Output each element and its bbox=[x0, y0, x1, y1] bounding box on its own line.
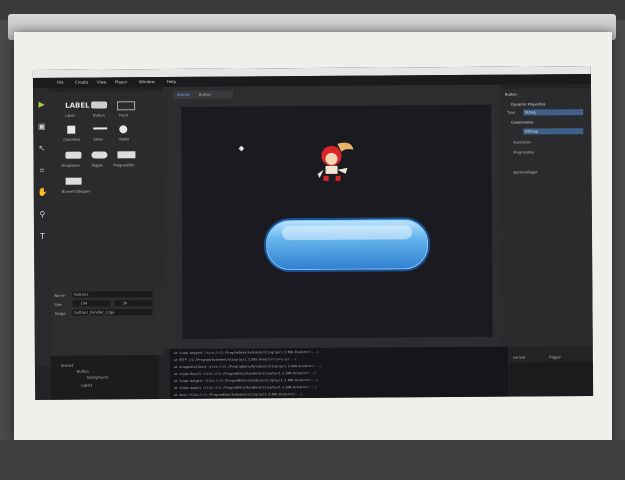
console-line: at Scope.Result (file:///C:/ProgramData/… bbox=[173, 370, 317, 376]
progressbar-icon[interactable] bbox=[117, 151, 136, 159]
image-field[interactable]: button1_handler_1.tga bbox=[72, 309, 153, 316]
menu-window[interactable]: Window bbox=[139, 79, 155, 84]
tools-sidebar: ▶ ▣ ↖ ⌗ ✋ ⚲ T bbox=[32, 87, 51, 366]
toggle-icon[interactable] bbox=[91, 151, 108, 159]
widget-button-caption: Button bbox=[93, 113, 105, 118]
tab-scene1[interactable]: Scene1 bbox=[177, 93, 190, 97]
mouse-cursor-icon bbox=[238, 145, 245, 152]
toggle-caption: Toggle bbox=[91, 163, 103, 168]
type-value: String bbox=[525, 110, 536, 115]
tree-item[interactable]: background bbox=[87, 375, 108, 379]
zoom-icon[interactable]: ⚲ bbox=[38, 210, 47, 219]
console-line: at HTTP (/C:/Program/Autodesk/Stingray/1… bbox=[173, 357, 297, 362]
size-height-field[interactable]: 36 bbox=[114, 300, 153, 307]
radio-caption: Radio bbox=[119, 137, 130, 142]
widget-label-caption: Label bbox=[65, 113, 75, 118]
name-field[interactable]: Button1 bbox=[72, 291, 153, 298]
inspector-panel: Button Dynamic Properties Type String Co… bbox=[500, 88, 593, 347]
component-item[interactable]: Animation bbox=[513, 140, 531, 144]
console-line: at Scope.$apply (file:///C:/ProgramData/… bbox=[174, 384, 317, 390]
menu-player[interactable]: Player bbox=[115, 79, 127, 84]
tree-item[interactable]: Label1 bbox=[81, 384, 93, 388]
scene-tabs: Scene1 Button bbox=[173, 90, 234, 99]
name-value: Button1 bbox=[74, 292, 89, 297]
progressbar-caption: ProgressBar bbox=[113, 163, 135, 168]
type-label: Type bbox=[507, 110, 516, 115]
radio-icon[interactable] bbox=[119, 125, 128, 134]
image-value: button1_handler_1.tga bbox=[74, 310, 115, 315]
type2-value: Bitmap bbox=[525, 129, 538, 134]
tree-item[interactable]: Scene1 bbox=[61, 364, 74, 368]
menu-file[interactable]: File bbox=[57, 80, 64, 85]
type-select[interactable]: String bbox=[523, 109, 584, 116]
numericstepper-icon[interactable] bbox=[65, 177, 82, 185]
select-arrow-icon[interactable]: ↖ bbox=[37, 144, 46, 153]
editor-window: File Create View Player Window Help ▶ ▣ … bbox=[32, 66, 594, 400]
console-line: at done (file:///C:/ProgramData/Autodesk… bbox=[174, 392, 303, 397]
image-label: Image bbox=[54, 311, 66, 316]
console-line: at Scope.$digest (file:///C:/ProgramData… bbox=[174, 377, 319, 383]
hand-icon[interactable]: ✋ bbox=[38, 188, 48, 197]
dropdown-caption: DropDown bbox=[61, 163, 80, 168]
button-highlight bbox=[281, 225, 413, 241]
checkbox-icon[interactable] bbox=[67, 125, 76, 134]
properties-panel: Name Button1 Size 154 36 Image button1_h… bbox=[50, 285, 165, 356]
checkbox-caption: Checkbox bbox=[63, 137, 81, 142]
character-sprite[interactable] bbox=[315, 140, 355, 184]
slider-caption: Slider bbox=[93, 137, 104, 142]
widget-input-sample[interactable] bbox=[117, 101, 136, 111]
play-icon[interactable]: ▶ bbox=[37, 100, 46, 109]
inspector-header: Button bbox=[505, 92, 517, 97]
menu-help[interactable]: Help bbox=[167, 79, 176, 84]
hierarchy-tree: Scene1 Button background Label1 bbox=[50, 355, 160, 400]
console-line: at wrappedCallback (file:///C:/ProgramDa… bbox=[173, 363, 323, 369]
dropdown-icon[interactable] bbox=[65, 151, 82, 159]
tree-item[interactable]: Button bbox=[77, 370, 89, 374]
type2-select[interactable]: Bitmap bbox=[523, 128, 584, 135]
component-item[interactable]: ButtonWidget bbox=[514, 170, 538, 174]
slider-icon[interactable] bbox=[93, 127, 108, 130]
numericstepper-caption: NumericStepper bbox=[61, 189, 91, 194]
console-line: at Scope.$digest (file:///C:/ProgramData… bbox=[173, 349, 319, 355]
log-panel: normal Trigger bbox=[508, 355, 594, 397]
size-height-value: 36 bbox=[122, 301, 127, 306]
size-label: Size bbox=[54, 302, 62, 307]
component-item[interactable]: ProgressBar bbox=[513, 150, 534, 154]
crop-icon[interactable]: ⌗ bbox=[38, 166, 47, 175]
panel-icon[interactable]: ▣ bbox=[37, 122, 46, 131]
tab-button[interactable]: Button bbox=[199, 93, 211, 97]
widget-button-sample[interactable] bbox=[91, 101, 108, 109]
widget-input-caption: Input bbox=[119, 113, 129, 118]
widget-palette: LABEL Label Button Input Checkbox Slider… bbox=[49, 91, 165, 286]
text-tool-icon[interactable]: T bbox=[38, 232, 47, 241]
floor-area bbox=[0, 440, 625, 480]
menu-view[interactable]: View bbox=[97, 79, 107, 84]
size-width-field[interactable]: 154 bbox=[72, 300, 111, 307]
menu-create[interactable]: Create bbox=[75, 80, 88, 85]
dynamic-properties-heading[interactable]: Dynamic Properties bbox=[511, 102, 545, 106]
size-width-value: 154 bbox=[80, 301, 88, 306]
selected-blue-button[interactable] bbox=[263, 217, 431, 273]
components-heading[interactable]: Components bbox=[511, 120, 533, 124]
log-tab-normal[interactable]: normal bbox=[513, 356, 525, 360]
console-panel: at Scope.$digest (file:///C:/ProgramData… bbox=[169, 346, 509, 400]
log-tab-trigger[interactable]: Trigger bbox=[549, 355, 561, 359]
name-label: Name bbox=[54, 293, 65, 298]
widget-label-sample[interactable]: LABEL bbox=[65, 102, 90, 110]
